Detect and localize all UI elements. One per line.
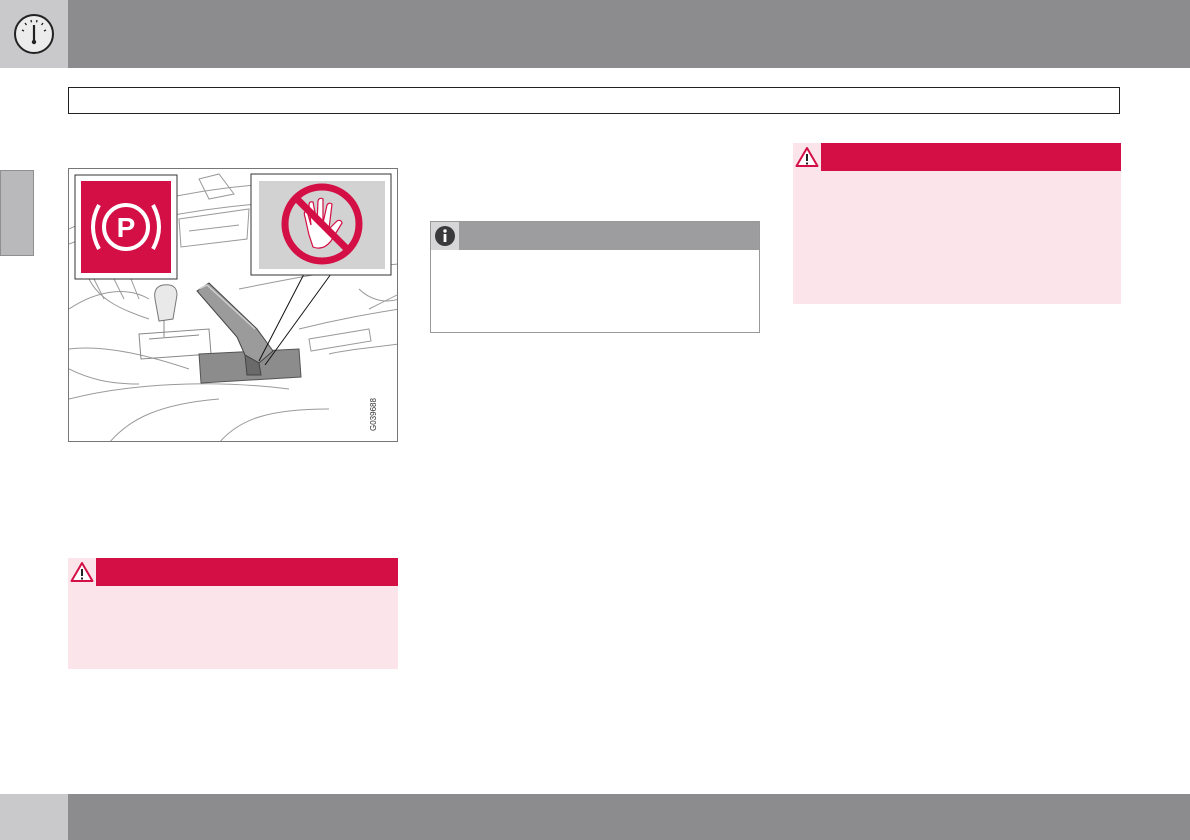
footer-corner: [0, 794, 68, 840]
info-icon: [431, 222, 459, 250]
header-band: [0, 0, 1190, 68]
footer-band: [0, 794, 1190, 840]
parking-brake-illustration: P G039688: [68, 168, 398, 442]
figure-code: G039688: [369, 398, 378, 431]
warning-header: [793, 143, 1121, 171]
no-hand-icon: [259, 181, 385, 269]
parking-brake-icon: P: [81, 181, 171, 273]
warning-box-left: [68, 558, 398, 669]
warning-triangle-icon: [793, 143, 821, 171]
warning-box-right: [793, 143, 1121, 304]
note-header: [431, 222, 759, 250]
gauge-icon: [14, 14, 54, 54]
section-title-bar: [68, 87, 1120, 114]
header-corner: [0, 0, 68, 68]
illustration-drawing: P: [69, 173, 397, 441]
warning-header: [68, 558, 398, 586]
svg-text:P: P: [117, 212, 136, 243]
warning-triangle-icon: [68, 558, 96, 586]
note-box: [430, 221, 760, 333]
chapter-tab: [0, 170, 34, 256]
